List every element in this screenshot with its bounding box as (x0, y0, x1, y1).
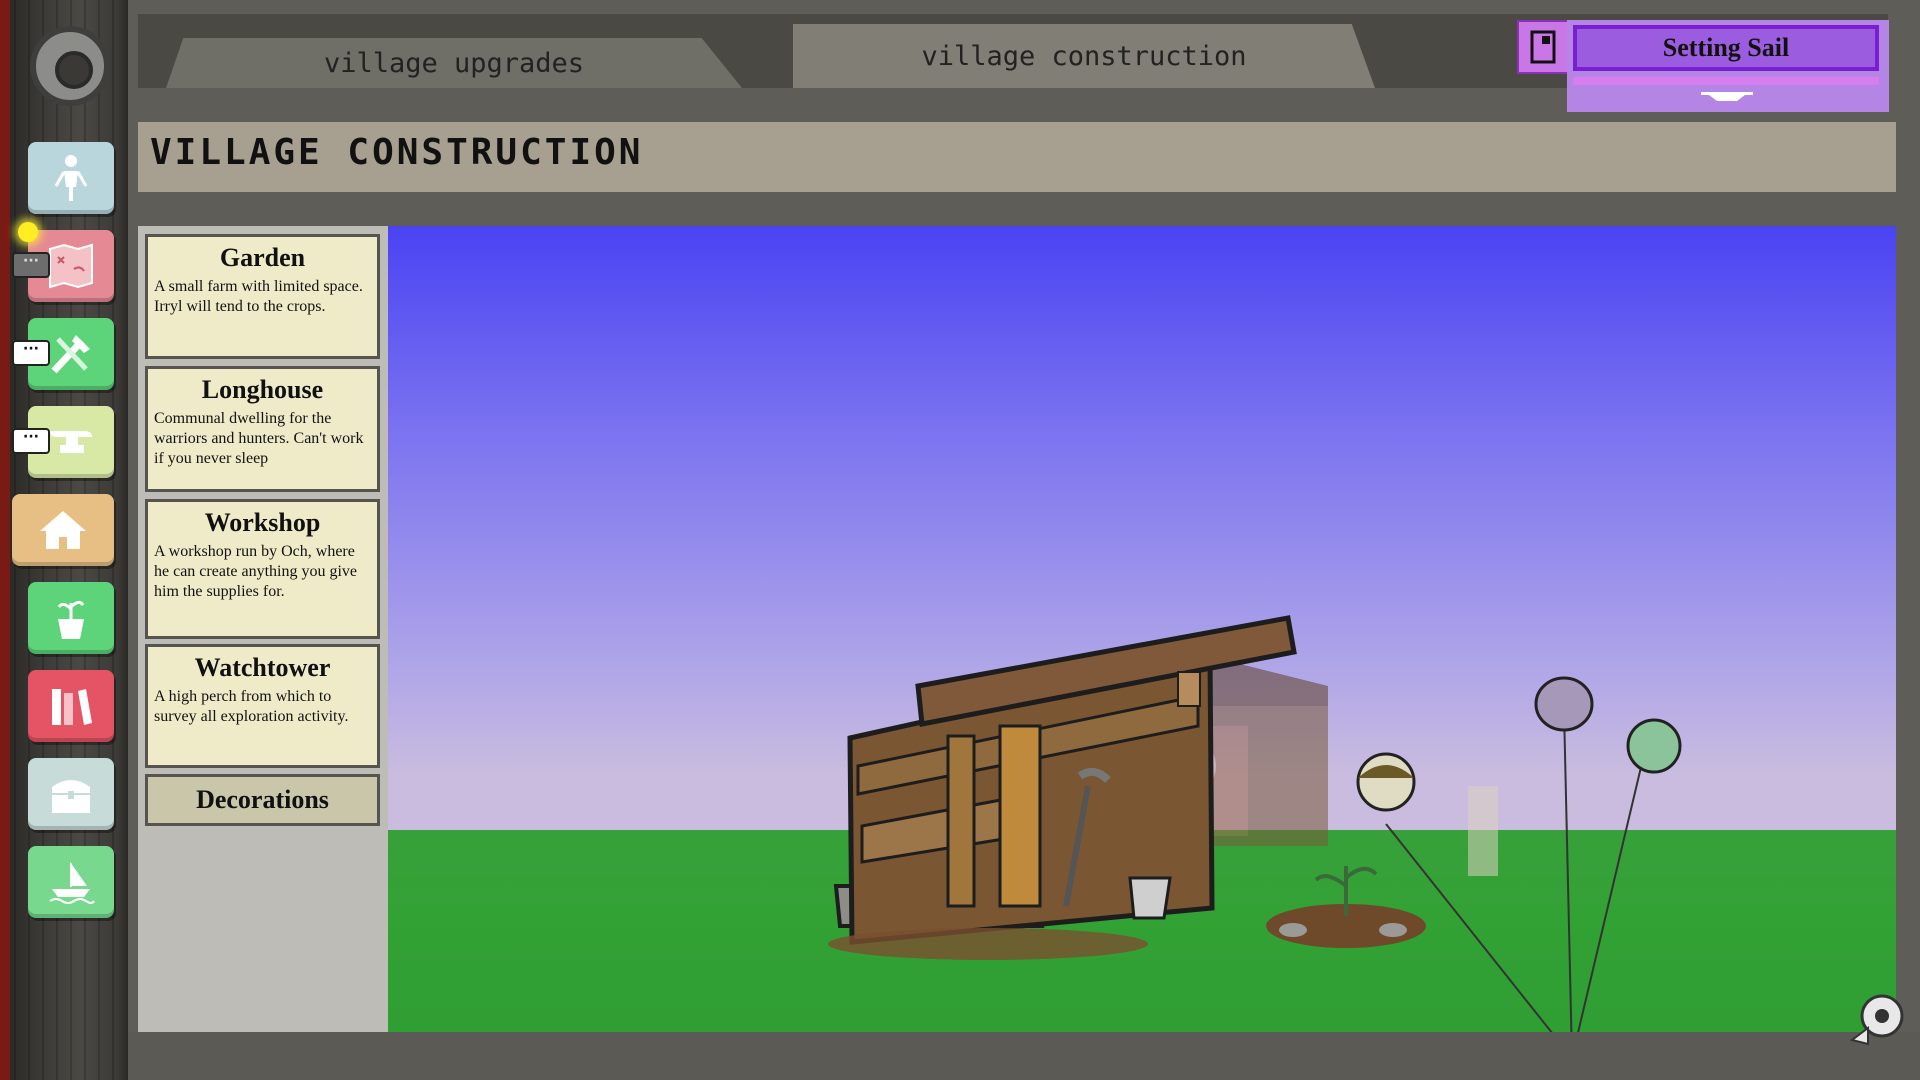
chat-bubble-icon: ··· (12, 340, 50, 366)
quest-title[interactable]: Setting Sail (1573, 25, 1879, 71)
building-description: A workshop run by Och, where he can crea… (154, 543, 358, 600)
notification-dot (18, 222, 38, 242)
chevron-down-icon[interactable] (1701, 92, 1753, 104)
building-description: Communal dwelling for the warriors and h… (154, 410, 364, 467)
building-card-workshop[interactable]: Workshop A workshop run by Och, where he… (145, 499, 380, 639)
quest-tracker: Setting Sail (1567, 20, 1889, 112)
camera-icon[interactable] (1848, 990, 1908, 1050)
decorations-button[interactable]: Decorations (145, 774, 380, 826)
nav-village-button[interactable] (12, 494, 114, 566)
quest-progress-bar (1573, 77, 1879, 85)
balloons (1356, 676, 1682, 1032)
nav-storage-button[interactable] (28, 758, 114, 830)
settings-gear-icon[interactable] (30, 26, 110, 106)
building-description: A high perch from which to survey all ex… (154, 688, 349, 725)
building-name: Longhouse (201, 375, 324, 404)
village-scene (388, 226, 1896, 1032)
tools-icon (51, 335, 90, 374)
quest-journal-button[interactable] (1517, 20, 1569, 74)
books-icon (52, 689, 92, 725)
building-card-watchtower[interactable]: Watchtower A high perch from which to su… (145, 644, 380, 768)
journal-icon (1530, 30, 1556, 64)
boat-icon (49, 861, 95, 904)
nav-garden-button[interactable] (28, 582, 114, 654)
building-name: Garden (219, 243, 306, 272)
tab-village-upgrades[interactable]: village upgrades (166, 38, 742, 88)
chat-bubble-icon: ··· (12, 252, 50, 278)
seedling-plot (1266, 866, 1426, 948)
building-name: Workshop (204, 508, 321, 537)
map-icon (49, 243, 93, 289)
tab-village-construction[interactable]: village construction (793, 24, 1375, 88)
building-card-garden[interactable]: Garden A small farm with limited space. … (145, 234, 380, 359)
page-title: VILLAGE CONSTRUCTION (150, 132, 644, 173)
nav-characters-button[interactable] (28, 142, 114, 214)
page-header: VILLAGE CONSTRUCTION (138, 122, 1896, 192)
bottom-bar (128, 1032, 1920, 1080)
nav-sailing-button[interactable] (28, 846, 114, 918)
building-name: Watchtower (194, 653, 331, 682)
hut-icon (40, 511, 86, 549)
chest-icon (52, 780, 90, 813)
plant-pot-icon (57, 600, 85, 639)
anvil-icon (50, 431, 92, 453)
chat-bubble-icon: ··· (12, 428, 50, 454)
person-icon (54, 155, 88, 201)
building-card-longhouse[interactable]: Longhouse Communal dwelling for the warr… (145, 366, 380, 492)
nav-library-button[interactable] (28, 670, 114, 742)
building-description: A small farm with limited space. Irryl w… (154, 278, 363, 315)
building-list: Garden A small farm with limited space. … (138, 226, 388, 1032)
